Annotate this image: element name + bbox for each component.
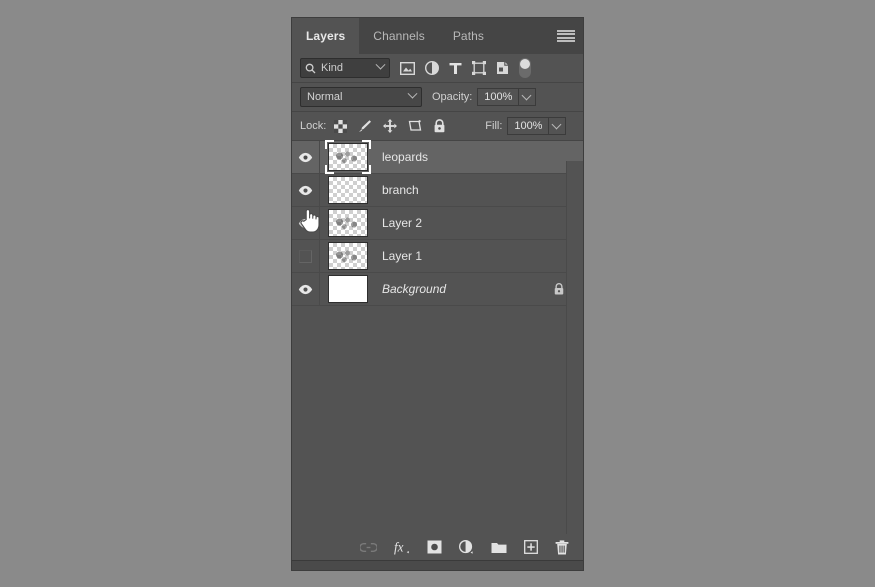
layer-name[interactable]: Background [382, 282, 553, 296]
layer-visibility-toggle[interactable] [292, 140, 320, 174]
lock-position-icon[interactable] [383, 119, 398, 133]
chevron-down-icon [407, 88, 418, 99]
filter-kind-label: Kind [321, 62, 344, 74]
layer-visibility-toggle[interactable] [292, 272, 320, 306]
filter-toggle-switch[interactable] [519, 58, 531, 78]
new-group-icon[interactable] [491, 541, 507, 554]
layer-name[interactable]: branch [382, 183, 583, 197]
screen: Layers Channels Paths Kind Normal Opacit… [0, 0, 875, 587]
lock-all-icon[interactable] [433, 119, 446, 133]
chevron-down-icon [375, 59, 386, 70]
eye-icon [298, 218, 313, 228]
opacity-label: Opacity: [432, 91, 473, 103]
layer-visibility-toggle[interactable] [292, 206, 320, 240]
layer-visibility-toggle[interactable] [292, 173, 320, 207]
tab-channels[interactable]: Channels [359, 18, 439, 54]
panel-status-bar [292, 560, 583, 570]
layers-bottom-toolbar: fx [292, 534, 583, 560]
filter-row: Kind [292, 54, 583, 83]
layer-thumbnail[interactable] [328, 275, 368, 303]
eye-icon [298, 185, 313, 195]
eye-icon [298, 152, 313, 162]
layer-visibility-toggle[interactable] [292, 239, 320, 273]
table-row[interactable]: Background [292, 272, 583, 306]
table-row[interactable]: branch [292, 173, 583, 207]
lock-fill-row: Lock: Fill: 100% [292, 112, 583, 141]
tab-channels-label: Channels [373, 29, 425, 43]
eye-off-icon [299, 249, 312, 263]
opacity-input[interactable]: 100% [477, 88, 520, 106]
lock-label: Lock: [300, 120, 327, 132]
lock-artboard-nesting-icon[interactable] [408, 119, 422, 133]
lock-image-pixels-icon[interactable] [358, 119, 372, 133]
opacity-value: 100% [484, 91, 513, 103]
tab-paths[interactable]: Paths [438, 18, 498, 54]
svg-text:fx: fx [394, 540, 404, 555]
blend-mode-value: Normal [307, 91, 343, 103]
new-layer-icon[interactable] [524, 540, 538, 554]
smart-object-filter-icon[interactable] [496, 61, 509, 75]
shape-layer-filter-icon[interactable] [472, 61, 486, 75]
tab-layers-label: Layers [306, 29, 346, 43]
layer-thumbnail[interactable] [325, 140, 371, 174]
layer-thumbnail[interactable] [328, 242, 368, 270]
tab-layers[interactable]: Layers [292, 18, 360, 54]
table-row[interactable]: Layer 2 [292, 206, 583, 240]
blend-mode-select[interactable]: Normal [300, 87, 422, 107]
tab-paths-label: Paths [452, 29, 484, 43]
link-layers-icon[interactable] [360, 542, 377, 553]
add-layer-mask-icon[interactable] [427, 540, 442, 554]
layer-name[interactable]: leopards [382, 150, 583, 164]
fill-input[interactable]: 100% [507, 117, 550, 135]
lock-transparent-pixels-icon[interactable] [334, 119, 348, 133]
layer-list-scrollbar[interactable] [566, 161, 583, 534]
layer-style-fx-icon[interactable]: fx [394, 539, 410, 555]
layer-thumbnail[interactable] [328, 176, 368, 204]
fill-slider-toggle[interactable] [549, 117, 567, 135]
hamburger-menu-icon[interactable] [557, 29, 575, 43]
type-layer-filter-icon[interactable] [449, 62, 462, 75]
layer-locked-icon [553, 282, 565, 296]
adjustment-layer-filter-icon[interactable] [425, 61, 439, 75]
blend-opacity-row: Normal Opacity: 100% [292, 83, 583, 112]
filter-kind-select[interactable]: Kind [300, 58, 390, 78]
layers-panel: Layers Channels Paths Kind Normal Opacit… [292, 18, 583, 570]
eye-icon [298, 284, 313, 294]
fill-value: 100% [514, 120, 543, 132]
pixel-layer-filter-icon[interactable] [400, 61, 415, 75]
layer-list: leopards branch Layer 2 Layer 1 Backgrou… [292, 140, 583, 306]
panel-tab-bar: Layers Channels Paths [292, 18, 583, 54]
opacity-slider-toggle[interactable] [519, 88, 537, 106]
table-row[interactable]: leopards [292, 140, 583, 174]
layer-name[interactable]: Layer 1 [382, 249, 583, 263]
new-adjustment-layer-icon[interactable] [459, 539, 474, 555]
fill-label: Fill: [485, 120, 503, 132]
layer-name[interactable]: Layer 2 [382, 216, 583, 230]
search-icon [305, 63, 316, 73]
delete-layer-icon[interactable] [555, 539, 569, 555]
layer-thumbnail[interactable] [328, 209, 368, 237]
table-row[interactable]: Layer 1 [292, 239, 583, 273]
